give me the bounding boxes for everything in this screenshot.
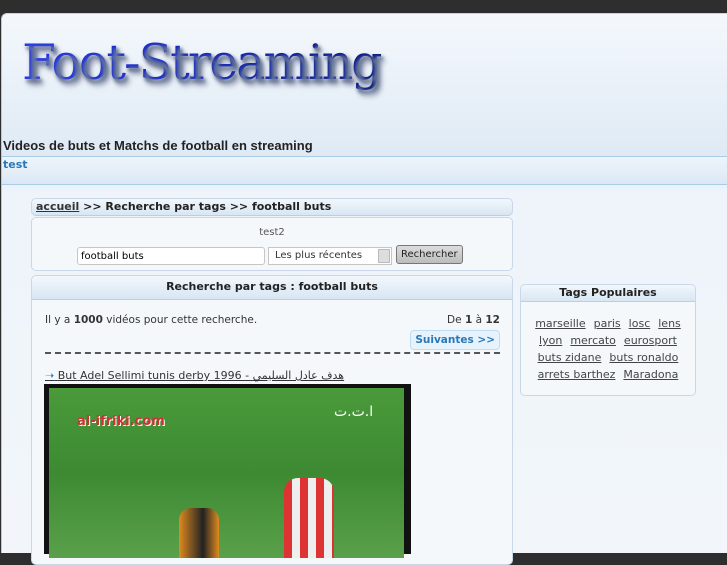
channel-overlay: ا.ت.ت — [334, 404, 374, 420]
breadcrumb-path: >> Recherche par tags >> football buts — [83, 200, 332, 213]
tag-link[interactable]: lyon — [539, 334, 562, 347]
tag-link[interactable]: paris — [594, 317, 621, 330]
search-button[interactable]: Rechercher — [396, 245, 463, 264]
breadcrumb-home-link[interactable]: accueil — [36, 200, 79, 213]
video-thumbnail[interactable]: al-ifriki.com ا.ت.ت — [44, 384, 411, 558]
tag-link[interactable]: arrets barthez — [538, 368, 616, 381]
arrow-right-icon: ➝ — [45, 369, 55, 382]
next-page-button[interactable]: Suivantes >> — [410, 330, 500, 350]
tag-link[interactable]: losc — [629, 317, 651, 330]
sort-select[interactable]: Les plus récentes — [268, 247, 392, 265]
count-value: 1000 — [73, 314, 103, 326]
tag-link[interactable]: buts zidane — [538, 351, 602, 364]
tag-link[interactable]: Maradona — [623, 368, 678, 381]
sort-select-value: Les plus récentes — [275, 250, 363, 261]
sub-nav: test — [2, 156, 727, 185]
player-right — [284, 478, 334, 558]
video-title-link[interactable]: ➝ But Adel Sellimi tunis derby 1996 - هد… — [45, 369, 344, 382]
popular-tags-panel: Tags Populaires marseille paris losc lens l… — [520, 284, 696, 396]
tag-link[interactable]: lens — [658, 317, 681, 330]
site-tagline: Videos de buts et Matchs de football en … — [3, 138, 313, 153]
breadcrumb: accueil >> Recherche par tags >> footbal… — [31, 198, 513, 216]
results-range: De 1 à 12 — [447, 314, 500, 326]
range-mid: à — [472, 314, 486, 326]
search-input[interactable] — [77, 247, 265, 265]
video-frame: al-ifriki.com ا.ت.ت — [49, 388, 404, 558]
divider — [45, 352, 500, 354]
results-count: Il y a 1000 vidéos pour cette recherche. — [45, 314, 257, 326]
count-prefix: Il y a — [45, 314, 74, 326]
player-left — [179, 508, 219, 558]
tag-link[interactable]: mercato — [570, 334, 616, 347]
range-to: 12 — [485, 314, 500, 326]
results-title: Recherche par tags : football buts — [32, 276, 512, 300]
site-logo[interactable]: Foot-Streaming — [22, 34, 383, 91]
search-panel: test2 Les plus récentes Rechercher — [31, 217, 513, 271]
sub-nav-link-test[interactable]: test — [3, 158, 28, 171]
watermark: al-ifriki.com — [77, 414, 165, 429]
video-title: But Adel Sellimi tunis derby 1996 - هدف … — [57, 369, 345, 382]
count-suffix: vidéos pour cette recherche. — [102, 314, 258, 326]
tag-link[interactable]: eurosport — [624, 334, 677, 347]
tag-link[interactable]: buts ronaldo — [609, 351, 678, 364]
tag-link[interactable]: marseille — [535, 317, 585, 330]
popular-tags-title: Tags Populaires — [521, 285, 695, 302]
range-prefix: De — [447, 314, 465, 326]
tag-cloud: marseille paris losc lens lyon mercato eurosp… — [521, 302, 695, 397]
chevron-down-icon — [378, 249, 390, 263]
search-label: test2 — [259, 227, 285, 238]
